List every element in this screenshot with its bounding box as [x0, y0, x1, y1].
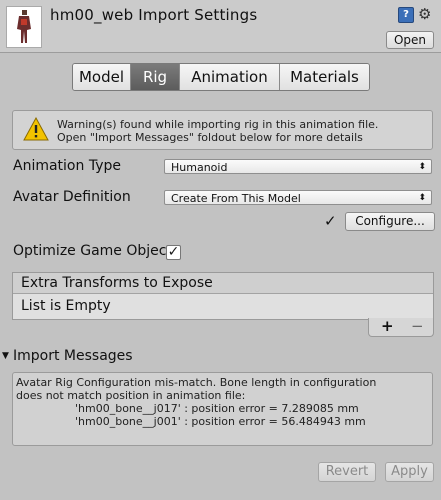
animation-type-dropdown[interactable]: Humanoid ⬍ [164, 159, 432, 174]
avatar-definition-label: Avatar Definition [13, 189, 131, 205]
dropdown-arrow-icon: ⬍ [418, 162, 426, 172]
optimize-checkbox[interactable]: ✓ [166, 245, 181, 260]
warning-box: Warning(s) found while importing rig in … [12, 110, 433, 150]
add-button[interactable]: + [381, 317, 394, 335]
list-header: Extra Transforms to Expose [13, 273, 433, 294]
message-line: does not match position in animation fil… [16, 389, 246, 402]
import-messages-box: Avatar Rig Configuration mis-match. Bone… [12, 372, 433, 446]
warning-line-1: Warning(s) found while importing rig in … [57, 118, 379, 131]
configure-button[interactable]: Configure... [345, 212, 435, 231]
message-line: Avatar Rig Configuration mis-match. Bone… [16, 376, 377, 389]
asset-thumbnail [6, 6, 42, 48]
gear-icon[interactable]: ⚙ [418, 5, 431, 23]
optimize-game-objects-label: Optimize Game Objec [13, 243, 167, 259]
list-empty-text: List is Empty [21, 298, 111, 314]
check-icon: ✓ [324, 212, 337, 230]
avatar-definition-dropdown[interactable]: Create From This Model ⬍ [164, 190, 432, 205]
page-title: hm00_web Import Settings [50, 6, 258, 24]
tab-bar: Model Rig Animation Materials [72, 63, 370, 91]
tab-animation[interactable]: Animation [180, 64, 280, 90]
dropdown-arrow-icon: ⬍ [418, 193, 426, 203]
warning-text: Warning(s) found while importing rig in … [57, 118, 378, 144]
message-line: 'hm00_bone__j017' : position error = 7.2… [75, 402, 359, 415]
extra-transforms-list: Extra Transforms to Expose List is Empty [12, 272, 434, 320]
foldout-arrow-icon[interactable]: ▼ [2, 351, 9, 361]
tab-model[interactable]: Model [73, 64, 131, 90]
tab-materials[interactable]: Materials [280, 64, 369, 90]
help-icon[interactable]: ? [398, 7, 414, 23]
avatar-definition-value: Create From This Model [171, 192, 301, 205]
remove-button[interactable]: − [411, 317, 424, 335]
animation-type-value: Humanoid [171, 161, 228, 174]
tab-rig[interactable]: Rig [131, 64, 180, 90]
import-messages-foldout[interactable]: Import Messages [13, 348, 133, 364]
warning-icon [23, 117, 49, 141]
message-line: 'hm00_bone__j001' : position error = 56.… [75, 415, 366, 428]
revert-button[interactable]: Revert [318, 462, 376, 482]
apply-button[interactable]: Apply [385, 462, 434, 482]
warning-line-2: Open "Import Messages" foldout below for… [57, 131, 363, 144]
list-footer: + − [368, 317, 434, 337]
animation-type-label: Animation Type [13, 158, 121, 174]
open-button[interactable]: Open [386, 31, 434, 49]
inspector-header: hm00_web Import Settings ? ⚙ Open [0, 0, 441, 53]
